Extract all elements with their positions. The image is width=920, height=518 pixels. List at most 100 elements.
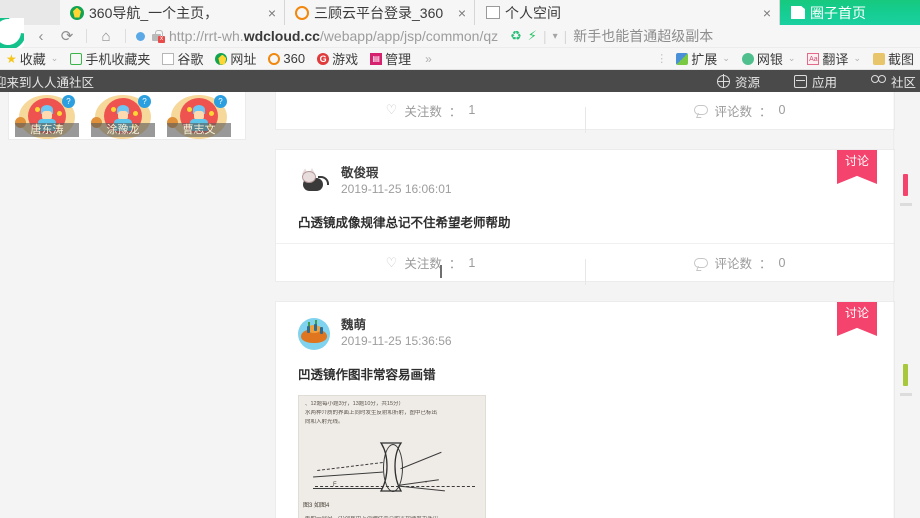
post-header: 敬俊瑕 2019-11-25 16:06:01 [276, 150, 894, 198]
text-cursor [440, 265, 442, 278]
member-card[interactable]: ? 曹志文 [167, 93, 231, 139]
toolbar-translate[interactable]: Aa 翻译 ⌄ [801, 49, 867, 68]
toolbar-label: 翻译 [822, 52, 849, 67]
edge-bar [900, 393, 912, 396]
member-card[interactable]: ? 唐东涛 [15, 93, 79, 139]
heart-icon: ♡ [385, 254, 398, 270]
post-title[interactable]: 凹透镜作图非常容易画错 [276, 350, 894, 383]
browser-tab-circle-home[interactable]: 圈子首页 [780, 0, 920, 25]
browser-window: 360导航_一个主页， × 三顾云平台登录_360 × 个人空间 × 圈子首页 … [0, 0, 920, 518]
header-nav-label: 社区 [890, 75, 916, 90]
chevron-down-icon[interactable]: ⌄ [51, 53, 59, 64]
extension-icon [676, 52, 689, 65]
overflow-chevron-icon: » [425, 51, 432, 66]
separator: ： [448, 257, 462, 271]
post-card-partial: ♡ 关注数 ： 1 评论数 ： 0 [275, 92, 895, 133]
back-button[interactable]: ‹ [28, 25, 54, 48]
insecure-lock-icon: x [151, 30, 165, 43]
avatar[interactable] [298, 166, 330, 198]
post-author[interactable]: 敬俊瑕 [341, 166, 452, 181]
lightning-icon[interactable]: ⚡ [528, 28, 537, 44]
bookmark-label: 游戏 [332, 52, 359, 67]
chevron-down-icon[interactable]: ⌄ [722, 53, 730, 64]
toolbar-grip[interactable]: ⋮ [652, 52, 670, 65]
comment-label: 评论数 [714, 104, 753, 119]
bookmark-mobile-favorites[interactable]: 手机收藏夹 [64, 49, 156, 68]
header-nav-apps[interactable]: 应用 [793, 72, 837, 91]
bookmark-label: 收藏 [19, 52, 46, 67]
avatar[interactable] [298, 318, 330, 350]
bookmark-label: 管理 [385, 52, 412, 67]
toolbar-online-banking[interactable]: 网银 ⌄ [736, 49, 802, 68]
page-status-icon [136, 31, 145, 41]
toolbar-divider [125, 29, 126, 43]
toolbar-divider [86, 29, 87, 43]
comment-count[interactable]: 评论数 ： 0 [585, 101, 894, 133]
browser-tab-personal-space[interactable]: 个人空间 × [475, 0, 780, 25]
tab-close-button[interactable]: × [757, 6, 771, 20]
360-icon [268, 52, 281, 65]
follow-count[interactable]: ♡ 关注数 ： 1 [276, 253, 585, 278]
attachment-text-line: 向和入射光线。 [305, 419, 344, 425]
globe-icon [716, 74, 730, 88]
chevron-down-icon[interactable]: ⌄ [853, 53, 861, 64]
bookmark-manage[interactable]: ▤ 管理 [364, 49, 417, 68]
manage-icon: ▤ [370, 52, 383, 65]
header-nav-community[interactable]: 社区 [870, 72, 916, 91]
header-nav-resources[interactable]: 资源 [716, 72, 760, 91]
toolbar-screenshot[interactable]: 截图 [867, 49, 920, 68]
360-navigation-icon [215, 52, 228, 65]
chevron-down-icon[interactable]: ▾ [553, 31, 558, 42]
bookmark-games[interactable]: G 游戏 [311, 49, 364, 68]
home-button[interactable]: ⌂ [93, 25, 119, 48]
header-nav-label: 应用 [811, 75, 837, 90]
green-edge-tab[interactable] [903, 364, 908, 386]
bookmark-label: 谷歌 [177, 52, 204, 67]
follow-value: 1 [468, 103, 476, 117]
translate-icon: Aa [807, 52, 820, 65]
tab-title: 个人空间 [505, 4, 561, 21]
pink-edge-tab[interactable] [903, 174, 908, 196]
post-card: 讨论 魏萌 2019-11-25 15:36:56 凹透镜作图非常容易画错 、1… [275, 301, 895, 518]
post-author[interactable]: 魏萌 [341, 318, 452, 333]
tab-close-button[interactable]: × [262, 6, 276, 20]
comment-count[interactable]: 评论数 ： 0 [585, 253, 894, 285]
reload-button[interactable]: ⟳ [54, 25, 80, 48]
member-card[interactable]: ? 涂豫龙 [91, 93, 155, 139]
site-header-nav: 资源 应用 社区 [716, 72, 920, 91]
address-bar[interactable]: x http://rrt-wh.wdcloud.cc/webapp/app/js… [132, 25, 920, 48]
browser-tab-sangu-cloud[interactable]: 三顾云平台登录_360 × [285, 0, 475, 25]
bookmark-google[interactable]: 谷歌 [156, 49, 209, 68]
comment-value: 0 [778, 103, 786, 117]
toolbar-extensions[interactable]: 扩展 ⌄ [670, 49, 736, 68]
bookmark-label: 网址 [230, 52, 257, 67]
follow-count[interactable]: ♡ 关注数 ： 1 [276, 101, 585, 120]
separator: ： [448, 104, 462, 119]
promo-text[interactable]: 新手也能首通超级副本 [573, 26, 717, 46]
page-icon [162, 52, 175, 65]
url-prefix: http://rrt-wh. [169, 28, 244, 44]
bookmark-label: 手机收藏夹 [85, 52, 151, 67]
edge-bar [900, 203, 912, 206]
bookmark-favorites[interactable]: ★ 收藏 ⌄ [0, 49, 64, 68]
game-icon: G [317, 52, 330, 65]
post-time: 2019-11-25 15:36:56 [341, 334, 452, 348]
bookmark-360[interactable]: 360 [262, 51, 311, 66]
bookmark-website-nav[interactable]: 网址 [209, 49, 262, 68]
recycle-glyph[interactable]: ♻ [510, 28, 522, 44]
header-nav-label: 资源 [734, 75, 760, 90]
post-attachment-image[interactable]: 、12题每小题3分，13题10分，共15分） 水两种介质的界面上同时发生反射和折… [298, 395, 486, 518]
sidebar: 欧阳铭 李文康 刘娟 [0, 70, 275, 518]
app-icon [793, 74, 807, 88]
post-title[interactable]: 凸透镜成像规律总记不住希望老师帮助 [276, 198, 894, 231]
site-header: 迎来到人人通社区 资源 应用 社区 [0, 70, 920, 92]
member-badge: ? [214, 95, 227, 108]
browser-tab-360-navigation[interactable]: 360导航_一个主页， × [60, 0, 285, 25]
chevron-down-icon[interactable]: ⌄ [788, 53, 796, 64]
tab-close-button[interactable]: × [452, 6, 466, 20]
community-icon [870, 74, 886, 88]
bookmarks-overflow-button[interactable]: » [417, 52, 438, 66]
mobile-icon [70, 52, 83, 65]
member-name: 唐东涛 [15, 123, 79, 137]
tab-strip: 360导航_一个主页， × 三顾云平台登录_360 × 个人空间 × 圈子首页 [0, 0, 920, 25]
